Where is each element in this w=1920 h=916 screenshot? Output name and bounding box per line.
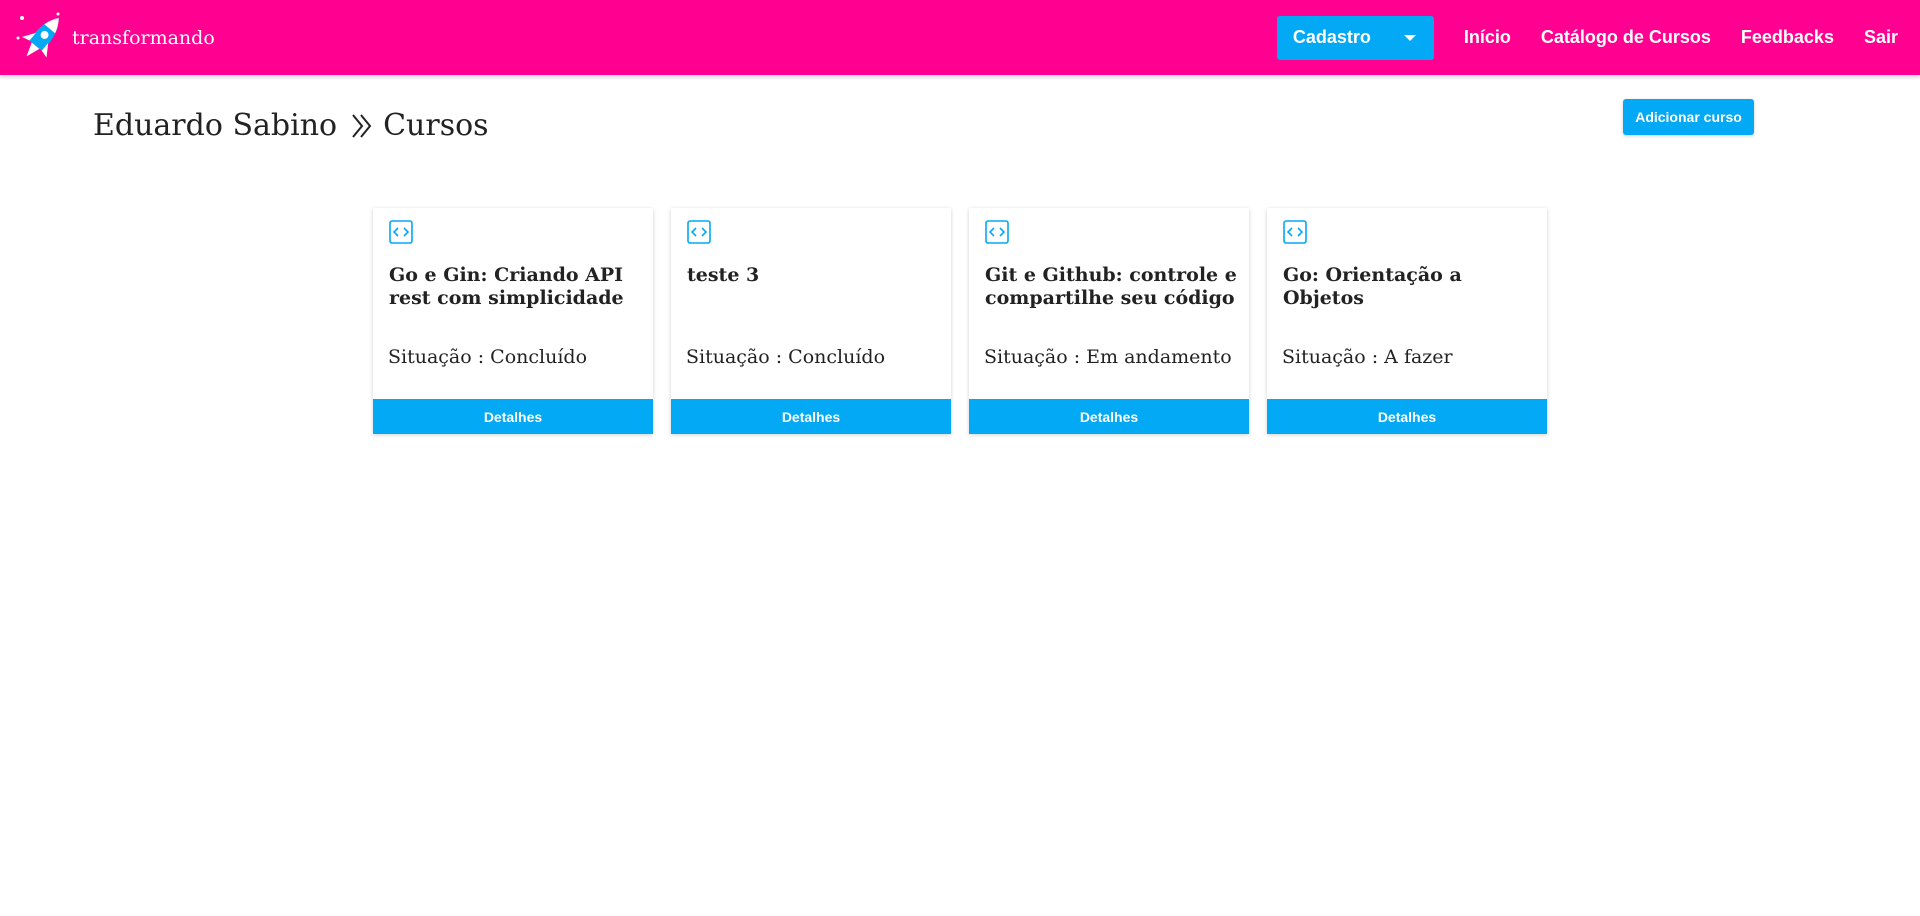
course-status: Situação : Concluído — [388, 346, 588, 368]
brand-name: transformando — [72, 27, 215, 49]
cadastro-dropdown[interactable]: Cadastro — [1276, 15, 1434, 60]
details-button[interactable]: Detalhes — [969, 399, 1249, 434]
course-status: Situação : Em andamento — [984, 346, 1232, 368]
double-chevron-right-icon — [351, 113, 373, 139]
details-button[interactable]: Detalhes — [1267, 399, 1547, 434]
breadcrumb-user: Eduardo Sabino — [93, 108, 338, 143]
details-button[interactable]: Detalhes — [671, 399, 951, 434]
breadcrumb: Eduardo Sabino Cursos — [93, 108, 489, 143]
cadastro-dropdown-label: Cadastro — [1292, 27, 1371, 47]
code-icon — [1283, 220, 1307, 244]
course-status: Situação : Concluído — [686, 346, 886, 368]
code-icon — [389, 220, 413, 244]
nav-link-sair[interactable]: Sair — [1849, 27, 1920, 48]
course-list: Go e Gin: Criando API rest com simplicid… — [373, 208, 1547, 434]
main-nav: Cadastro Início Catálogo de Cursos Feedb… — [1276, 0, 1920, 75]
nav-link-inicio[interactable]: Início — [1449, 27, 1526, 48]
top-navbar: transformando Cadastro Início Catálogo d… — [0, 0, 1920, 75]
course-title: Go: Orientação a Objetos — [1283, 264, 1462, 309]
course-card: Go: Orientação a Objetos Situação : A fa… — [1267, 208, 1547, 434]
code-icon — [985, 220, 1009, 244]
course-card: Go e Gin: Criando API rest com simplicid… — [373, 208, 653, 434]
course-status: Situação : A fazer — [1282, 346, 1453, 368]
course-title: teste 3 — [687, 264, 760, 286]
breadcrumb-section: Cursos — [383, 108, 489, 143]
course-title: Go e Gin: Criando API rest com simplicid… — [389, 264, 624, 309]
course-title: Git e Github: controle e compartilhe seu… — [985, 264, 1237, 309]
brand-logo[interactable]: transformando — [14, 8, 215, 68]
course-card: Git e Github: controle e compartilhe seu… — [969, 208, 1249, 434]
nav-link-feedbacks[interactable]: Feedbacks — [1726, 27, 1849, 48]
add-course-button[interactable]: Adicionar curso — [1623, 99, 1754, 135]
rocket-icon — [16, 12, 60, 58]
details-button[interactable]: Detalhes — [373, 399, 653, 434]
nav-link-catalogo[interactable]: Catálogo de Cursos — [1526, 27, 1726, 48]
course-card: teste 3 Situação : Concluído Detalhes — [671, 208, 951, 434]
code-icon — [687, 220, 711, 244]
caret-down-icon — [1403, 34, 1416, 41]
